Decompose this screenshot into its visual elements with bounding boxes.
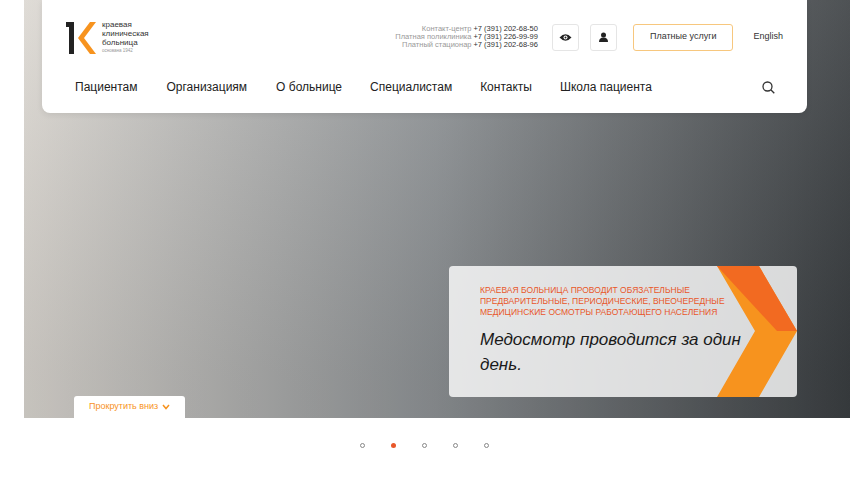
contact-label: Платная поликлиника — [395, 32, 471, 41]
logo[interactable]: краеваяклиническаябольницаоснована 1942 — [66, 19, 149, 55]
user-icon — [599, 32, 608, 42]
slide-kicker: КРАЕВАЯ БОЛЬНИЦА ПРОВОДИТ ОБЯЗАТЕЛЬНЫЕ П… — [480, 285, 742, 318]
main-nav: Пациентам Организациям О больнице Специалис… — [66, 71, 783, 103]
slider-dot[interactable] — [422, 443, 427, 448]
logo-line: больница — [102, 38, 149, 47]
contact-label: Контакт-центр — [422, 24, 472, 33]
nav-item[interactable]: О больнице — [276, 78, 342, 96]
contact-row: Контакт-центр+7 (391) 202-68-50 — [422, 25, 538, 33]
chevron-down-icon — [162, 404, 170, 410]
slide-title[interactable]: Медосмотр проводится за один день. — [480, 327, 750, 377]
slider-dot[interactable] — [453, 443, 458, 448]
contact-row: Платный стационар+7 (391) 202-68-96 — [402, 41, 538, 49]
logo-mark-icon — [66, 19, 96, 55]
site-header: краеваяклиническаябольницаоснована 1942 К… — [42, 0, 807, 113]
search-icon[interactable] — [762, 81, 775, 94]
nav-item[interactable]: Организациям — [166, 78, 247, 96]
slider-dot[interactable] — [360, 443, 365, 448]
eye-icon — [559, 33, 572, 42]
slider-dot[interactable] — [484, 443, 489, 448]
contact-label: Платный стационар — [402, 40, 471, 49]
account-button[interactable] — [590, 24, 617, 51]
contact-row: Платная поликлиника+7 (391) 226-99-99 — [395, 33, 538, 41]
contact-phone[interactable]: +7 (391) 202-68-50 — [473, 24, 537, 33]
paid-services-button[interactable]: Платные услуги — [633, 24, 734, 51]
contact-phone[interactable]: +7 (391) 202-68-96 — [473, 40, 537, 49]
nav-item[interactable]: Контакты — [480, 78, 532, 96]
slide-caption: КРАЕВАЯ БОЛЬНИЦА ПРОВОДИТ ОБЯЗАТЕЛЬНЫЕ П… — [449, 266, 797, 397]
language-switch[interactable]: English — [753, 30, 783, 44]
contact-phone[interactable]: +7 (391) 226-99-99 — [473, 32, 537, 41]
slider-dot[interactable] — [391, 443, 396, 448]
nav-item[interactable]: Пациентам — [75, 78, 137, 96]
page: КРАЕВАЯ БОЛЬНИЦА ПРОВОДИТ ОБЯЗАТЕЛЬНЫЕ П… — [0, 0, 850, 478]
nav-item[interactable]: Школа пациента — [560, 78, 652, 96]
nav-item[interactable]: Специалистам — [370, 78, 452, 96]
logo-line: краевая — [102, 20, 149, 29]
accessibility-button[interactable] — [552, 24, 579, 51]
logo-founded: основана 1942 — [102, 47, 149, 54]
contacts: Контакт-центр+7 (391) 202-68-50Платная п… — [395, 25, 538, 49]
scroll-down-label: Прокрутить вниз — [89, 400, 158, 414]
logo-text: краеваяклиническаябольницаоснована 1942 — [102, 20, 149, 54]
logo-line: клиническая — [102, 29, 149, 38]
caption-body: КРАЕВАЯ БОЛЬНИЦА ПРОВОДИТ ОБЯЗАТЕЛЬНЫЕ П… — [449, 266, 797, 391]
slider-dots — [0, 443, 850, 448]
header-top: краеваяклиническаябольницаоснована 1942 К… — [66, 0, 783, 70]
scroll-down-button[interactable]: Прокрутить вниз — [74, 396, 185, 418]
